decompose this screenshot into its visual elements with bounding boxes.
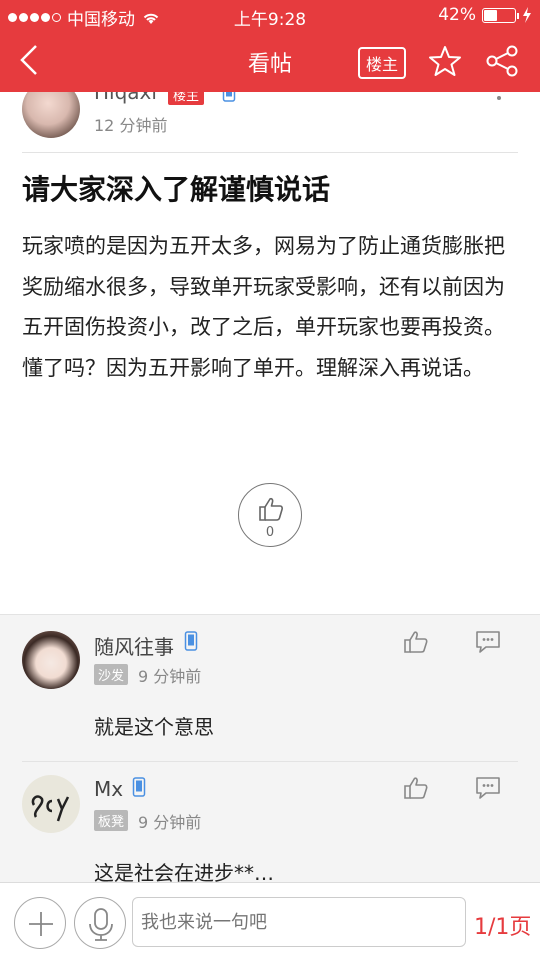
comment-text: 这是社会在进步**…	[94, 861, 274, 882]
commenter-avatar[interactable]	[22, 775, 80, 833]
page-indicator[interactable]: 1/1页	[474, 909, 531, 941]
floor-badge: 沙发	[94, 664, 129, 685]
comments-section: 随风往事 沙发 9 分钟前 就是这个意思 Mx 板凳 9 分钟前 这是社会在进步…	[0, 614, 540, 882]
status-bar: 中国移动 上午9:28 42%	[0, 0, 540, 30]
mobile-device-icon	[132, 777, 146, 797]
thumbs-up-icon	[259, 497, 283, 521]
author-post-time: 12 分钟前	[94, 116, 168, 135]
comment-reply-icon[interactable]	[474, 629, 502, 655]
star-icon[interactable]	[428, 44, 462, 78]
comment-like-icon[interactable]	[402, 775, 430, 801]
share-icon[interactable]	[484, 44, 520, 78]
charging-icon	[523, 7, 531, 23]
post-author-row: Hiqaxi 楼主 12 分钟前	[0, 92, 540, 152]
battery-icon	[482, 7, 519, 23]
comment-time: 9 分钟前	[138, 667, 202, 686]
author-name[interactable]: Hiqaxi	[94, 92, 157, 104]
post-like-count: 0	[265, 525, 275, 540]
comment-input[interactable]	[132, 897, 466, 947]
plus-icon	[29, 912, 53, 936]
commenter-name[interactable]: Mx	[94, 777, 123, 801]
floor-badge: 板凳	[94, 810, 129, 831]
bottom-input-bar: 1/1页	[0, 882, 540, 960]
status-right: 42%	[438, 5, 532, 25]
comment-item: Mx 板凳 9 分钟前 这是社会在进步**…	[0, 761, 540, 882]
battery-percent: 42%	[438, 5, 476, 25]
post-like-button[interactable]: 0	[238, 483, 302, 547]
comment-like-icon[interactable]	[402, 629, 430, 655]
op-badge: 楼主	[168, 92, 205, 105]
comment-reply-icon[interactable]	[474, 775, 502, 801]
commenter-name[interactable]: 随风往事	[94, 631, 174, 660]
commenter-avatar[interactable]	[22, 631, 80, 689]
comment-item: 随风往事 沙发 9 分钟前 就是这个意思	[0, 615, 540, 761]
comment-text: 就是这个意思	[94, 715, 214, 739]
more-options-icon[interactable]	[497, 96, 501, 100]
comment-time: 9 分钟前	[138, 813, 202, 832]
app-header: 中国移动 上午9:28 42% 看帖 楼主	[0, 0, 540, 92]
mobile-device-icon	[222, 92, 236, 102]
add-attachment-button[interactable]	[14, 897, 66, 949]
post-title: 请大家深入了解谨慎说话	[22, 173, 331, 206]
nav-bar: 看帖 楼主	[0, 30, 540, 92]
op-only-button[interactable]: 楼主	[358, 47, 407, 79]
voice-input-button[interactable]	[74, 897, 126, 949]
divider	[22, 152, 518, 153]
mobile-device-icon	[184, 631, 198, 651]
post-body: 玩家喷的是因为五开太多，网易为了防止通货膨胀把奖励缩水很多，导致单开玩家受影响，…	[22, 234, 505, 380]
author-avatar[interactable]	[22, 92, 80, 138]
microphone-icon	[89, 908, 113, 941]
signature-avatar-image	[31, 795, 70, 822]
